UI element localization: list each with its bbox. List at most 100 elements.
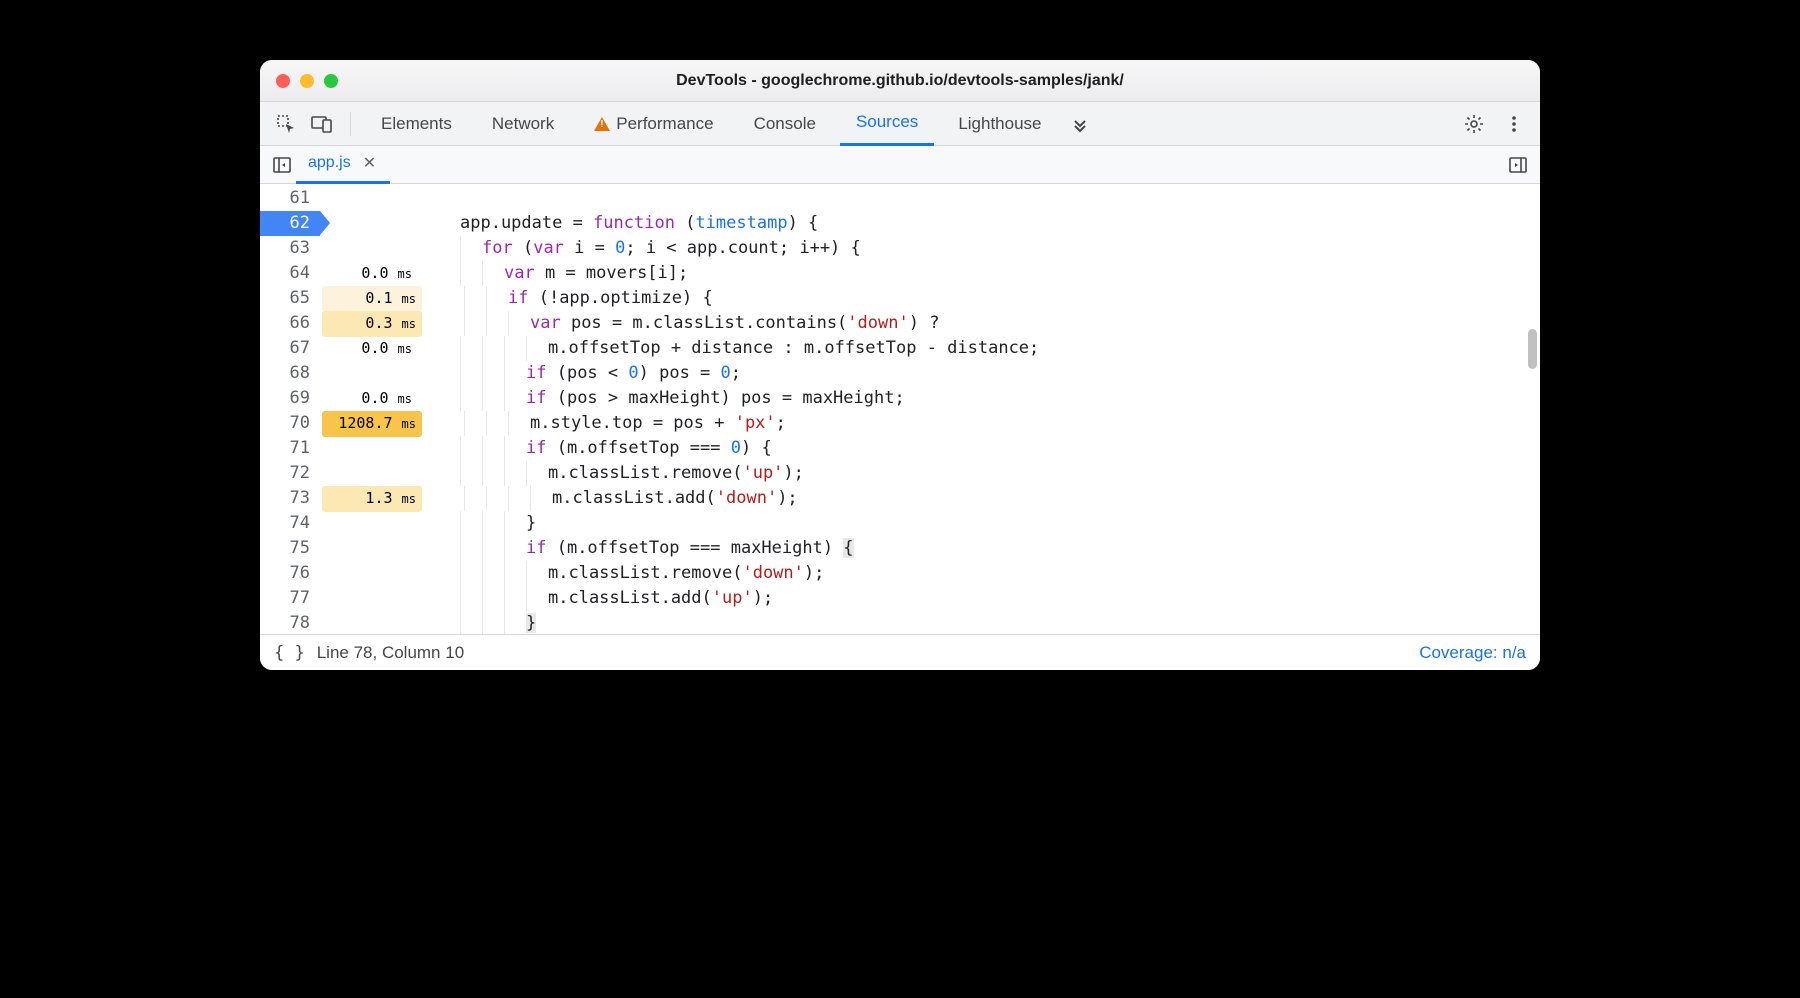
tab-console-label: Console [754, 114, 816, 134]
indent-guides [424, 311, 530, 336]
indent-guides [420, 436, 526, 461]
indent-guides [424, 286, 508, 311]
tab-console[interactable]: Console [738, 102, 832, 146]
indent-guides [420, 586, 548, 611]
code-text[interactable]: if (m.offsetTop === maxHeight) { [526, 536, 854, 561]
settings-icon[interactable] [1460, 110, 1488, 138]
code-text[interactable]: if (pos > maxHeight) pos = maxHeight; [526, 386, 905, 411]
code-text[interactable]: app.update = function (timestamp) { [460, 211, 818, 236]
tab-sources[interactable]: Sources [840, 102, 934, 146]
tab-lighthouse[interactable]: Lighthouse [942, 102, 1057, 146]
titlebar: DevTools - googlechrome.github.io/devtoo… [260, 60, 1540, 102]
line-number[interactable]: 73 [260, 486, 320, 511]
tab-performance-label: Performance [616, 114, 713, 134]
indent-guides [420, 336, 548, 361]
code-line[interactable]: 731.3 ms m.classList.add('down'); [260, 486, 1540, 511]
line-number[interactable]: 77 [260, 586, 320, 611]
line-timing: 1.3 ms [322, 486, 422, 512]
code-text[interactable]: m.classList.remove('down'); [548, 561, 824, 586]
line-number[interactable]: 78 [260, 611, 320, 634]
code-text[interactable]: m.offsetTop + distance : m.offsetTop - d… [548, 336, 1039, 361]
code-line[interactable]: 650.1 msif (!app.optimize) { [260, 286, 1540, 311]
code-line[interactable]: 690.0 msif (pos > maxHeight) pos = maxHe… [260, 386, 1540, 411]
coverage-link[interactable]: Coverage: n/a [1419, 643, 1526, 663]
line-number[interactable]: 72 [260, 461, 320, 486]
code-line[interactable]: 74} [260, 511, 1540, 536]
code-text[interactable]: m.style.top = pos + 'px'; [530, 411, 786, 436]
line-number[interactable]: 64 [260, 261, 320, 286]
code-text[interactable]: if (pos < 0) pos = 0; [526, 361, 741, 386]
navigator-toggle-icon[interactable] [268, 151, 296, 179]
inspect-element-icon[interactable] [272, 110, 300, 138]
code-line[interactable]: 62 app.update = function (timestamp) { [260, 211, 1540, 236]
tab-elements[interactable]: Elements [365, 102, 468, 146]
code-line[interactable]: 72 m.classList.remove('up'); [260, 461, 1540, 486]
file-tabs-bar: app.js ✕ [260, 146, 1540, 184]
close-window-button[interactable] [276, 74, 290, 88]
code-line[interactable]: 71 if (m.offsetTop === 0) { [260, 436, 1540, 461]
tab-elements-label: Elements [381, 114, 452, 134]
indent-guides [424, 411, 530, 436]
device-toolbar-icon[interactable] [308, 110, 336, 138]
scrollbar-thumb[interactable] [1528, 329, 1537, 369]
minimize-window-button[interactable] [300, 74, 314, 88]
line-number[interactable]: 76 [260, 561, 320, 586]
code-line[interactable]: 78} [260, 611, 1540, 634]
code-line[interactable]: 77 m.classList.add('up'); [260, 586, 1540, 611]
line-number[interactable]: 61 [260, 186, 320, 211]
debugger-toggle-icon[interactable] [1504, 151, 1532, 179]
code-text[interactable]: for (var i = 0; i < app.count; i++) { [482, 236, 861, 261]
pretty-print-icon[interactable]: { } [274, 643, 305, 663]
line-number[interactable]: 69 [260, 386, 320, 411]
code-line[interactable]: 660.3 msvar pos = m.classList.contains('… [260, 311, 1540, 336]
tab-network-label: Network [492, 114, 554, 134]
indent-guides [424, 486, 552, 511]
line-number[interactable]: 71 [260, 436, 320, 461]
tab-network[interactable]: Network [476, 102, 570, 146]
file-tab-appjs[interactable]: app.js ✕ [296, 146, 390, 184]
code-text[interactable]: m.classList.add('down'); [552, 486, 798, 511]
line-number[interactable]: 70 [260, 411, 320, 436]
line-number[interactable]: 75 [260, 536, 320, 561]
more-tabs-icon[interactable] [1066, 110, 1094, 138]
line-number[interactable]: 74 [260, 511, 320, 536]
line-number[interactable]: 63 [260, 236, 320, 261]
breakpoint-gutter[interactable]: 62 [260, 211, 320, 236]
indent-guides [420, 461, 548, 486]
warning-icon [594, 117, 610, 131]
code-line[interactable]: 63 for (var i = 0; i < app.count; i++) { [260, 236, 1540, 261]
code-text[interactable]: if (!app.optimize) { [508, 286, 713, 311]
close-file-icon[interactable]: ✕ [361, 151, 378, 175]
indent-guides [420, 561, 548, 586]
code-text[interactable]: } [526, 511, 536, 536]
code-line[interactable]: 75 if (m.offsetTop === maxHeight) { [260, 536, 1540, 561]
code-line[interactable]: 670.0 ms m.offsetTop + distance : m.offse… [260, 336, 1540, 361]
indent-guides [420, 361, 526, 386]
main-tabs: Elements Network Performance Console Sou… [260, 102, 1540, 146]
line-number[interactable]: 65 [260, 286, 320, 311]
code-text[interactable]: m.classList.remove('up'); [548, 461, 804, 486]
code-text[interactable]: } [526, 611, 536, 634]
code-line[interactable]: 76 m.classList.remove('down'); [260, 561, 1540, 586]
code-text[interactable]: var pos = m.classList.contains('down') ? [530, 311, 939, 336]
statusbar: { } Line 78, Column 10 Coverage: n/a [260, 634, 1540, 670]
code-line[interactable]: 68 if (pos < 0) pos = 0; [260, 361, 1540, 386]
code-text[interactable]: var m = movers[i]; [504, 261, 688, 286]
indent-guides [420, 386, 526, 411]
maximize-window-button[interactable] [324, 74, 338, 88]
code-text[interactable]: m.classList.add('up'); [548, 586, 773, 611]
devtools-window: DevTools - googlechrome.github.io/devtoo… [260, 60, 1540, 670]
code-line[interactable]: 640.0 msvar m = movers[i]; [260, 261, 1540, 286]
line-number[interactable]: 66 [260, 311, 320, 336]
code-text[interactable]: if (m.offsetTop === 0) { [526, 436, 772, 461]
line-number[interactable]: 68 [260, 361, 320, 386]
file-tab-label: app.js [308, 154, 351, 172]
code-editor[interactable]: 6162app.update = function (timestamp) {6… [260, 184, 1540, 634]
tab-performance[interactable]: Performance [578, 102, 729, 146]
indent-guides [420, 611, 526, 634]
line-timing: 0.0 ms [320, 336, 420, 362]
kebab-menu-icon[interactable] [1500, 110, 1528, 138]
code-line[interactable]: 61 [260, 186, 1540, 211]
code-line[interactable]: 701208.7 msm.style.top = pos + 'px'; [260, 411, 1540, 436]
line-number[interactable]: 67 [260, 336, 320, 361]
